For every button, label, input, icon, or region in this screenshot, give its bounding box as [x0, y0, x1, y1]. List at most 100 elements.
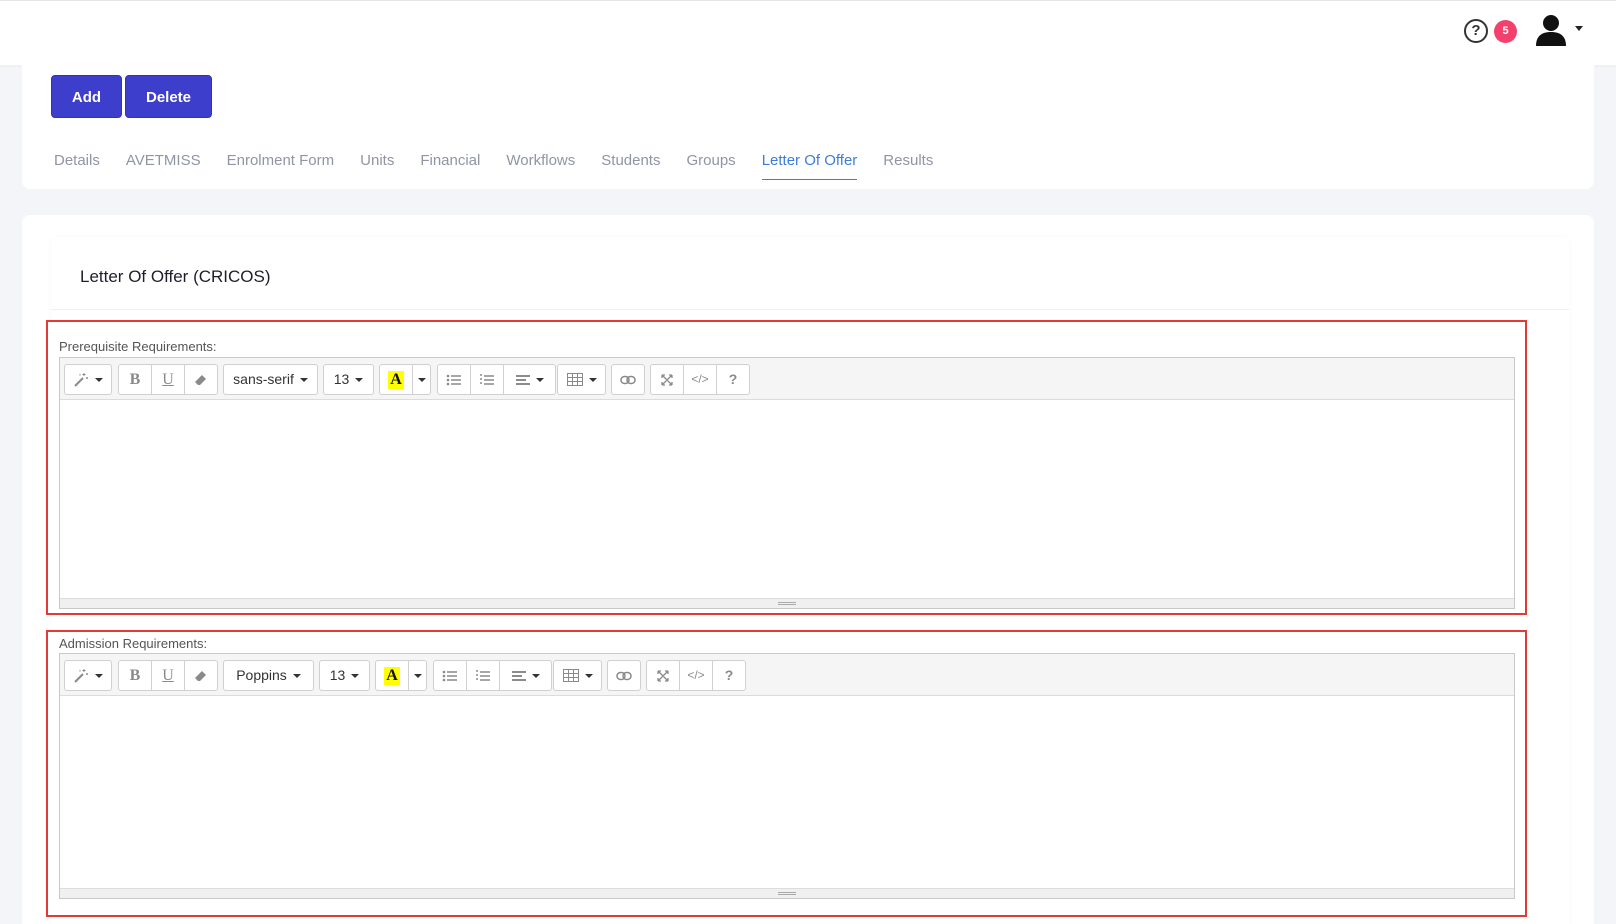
- clear-format-button[interactable]: [184, 364, 218, 395]
- bold-icon: B: [129, 370, 141, 388]
- chevron-down-icon: [351, 673, 360, 678]
- chevron-down-icon: [95, 673, 103, 678]
- link-icon: [620, 375, 636, 384]
- font-family-select[interactable]: sans-serif: [223, 364, 318, 395]
- link-button[interactable]: [607, 660, 641, 691]
- eraser-icon: [195, 670, 206, 681]
- unordered-list-button[interactable]: [433, 660, 467, 691]
- link-icon: [616, 671, 632, 680]
- text-color-dropdown[interactable]: [412, 364, 431, 395]
- question-icon: ?: [724, 667, 734, 683]
- tab-groups[interactable]: Groups: [686, 148, 735, 180]
- unordered-list-button[interactable]: [437, 364, 471, 395]
- editor-resize-bar[interactable]: [60, 598, 1514, 608]
- tab-details[interactable]: Details: [54, 148, 100, 180]
- text-color-dropdown[interactable]: [408, 660, 427, 691]
- chevron-down-icon: [588, 377, 597, 382]
- tab-results[interactable]: Results: [883, 148, 933, 180]
- tab-avetmiss[interactable]: AVETMISS: [126, 148, 201, 180]
- code-icon: </>: [687, 668, 705, 682]
- text-color-button[interactable]: A: [379, 364, 413, 395]
- editor-toolbar: B U sans-serif 13 A </> ?: [60, 358, 1514, 400]
- font-family-select[interactable]: Poppins: [223, 660, 314, 691]
- underline-icon: U: [162, 666, 174, 684]
- code-view-button[interactable]: </>: [683, 364, 717, 395]
- expand-icon: [657, 669, 669, 682]
- highlight-color-icon: A: [388, 370, 404, 389]
- admission-requirements-label: Admission Requirements:: [59, 636, 208, 651]
- link-button[interactable]: [611, 364, 645, 395]
- magic-wand-icon: [74, 372, 88, 387]
- chevron-down-icon: [584, 673, 593, 678]
- prerequisite-requirements-label: Prerequisite Requirements:: [59, 339, 217, 354]
- font-size-select[interactable]: 13: [319, 660, 370, 691]
- style-magic-wand-button[interactable]: [64, 660, 112, 691]
- ordered-list-button[interactable]: [470, 364, 504, 395]
- chevron-down-icon: [292, 673, 301, 678]
- chevron-down-icon: [413, 673, 422, 678]
- style-magic-wand-button[interactable]: [64, 364, 112, 395]
- editor-help-button[interactable]: ?: [712, 660, 746, 691]
- underline-button[interactable]: U: [151, 660, 185, 691]
- section-title: Letter Of Offer (CRICOS): [80, 267, 271, 286]
- course-header-card: Add Delete Details AVETMISS Enrolment Fo…: [22, 64, 1594, 189]
- text-color-button[interactable]: A: [375, 660, 409, 691]
- font-family-value: Poppins: [236, 667, 287, 683]
- eraser-icon: [195, 374, 206, 385]
- admission-requirements-editor: B U Poppins 13 A </> ?: [59, 653, 1515, 899]
- user-avatar-icon[interactable]: [1534, 13, 1568, 47]
- notification-badge[interactable]: 5: [1494, 20, 1517, 43]
- code-icon: </>: [691, 372, 709, 386]
- font-size-value: 13: [333, 371, 350, 387]
- resize-grip-icon: [778, 892, 796, 895]
- numbered-list-icon: [476, 669, 490, 681]
- table-button[interactable]: [557, 364, 606, 395]
- chevron-down-icon: [299, 377, 308, 382]
- align-left-icon: [515, 374, 530, 385]
- bold-icon: B: [129, 666, 141, 684]
- admission-requirements-block: Admission Requirements: B U Poppins 13 A…: [46, 630, 1527, 917]
- tab-letter-of-offer[interactable]: Letter Of Offer: [761, 148, 858, 180]
- fullscreen-button[interactable]: [646, 660, 680, 691]
- font-family-value: sans-serif: [233, 371, 294, 387]
- font-size-select[interactable]: 13: [323, 364, 374, 395]
- underline-button[interactable]: U: [151, 364, 185, 395]
- tab-enrolment-form[interactable]: Enrolment Form: [227, 148, 335, 180]
- tab-units[interactable]: Units: [360, 148, 394, 180]
- paragraph-align-button[interactable]: [503, 364, 556, 395]
- add-button[interactable]: Add: [51, 75, 122, 118]
- editor-help-button[interactable]: ?: [716, 364, 750, 395]
- paragraph-align-button[interactable]: [499, 660, 552, 691]
- admission-requirements-textarea[interactable]: [60, 696, 1514, 888]
- top-bar: ? 5: [0, 0, 1616, 65]
- underline-icon: U: [162, 370, 174, 388]
- question-icon: ?: [728, 371, 738, 387]
- clear-format-button[interactable]: [184, 660, 218, 691]
- expand-icon: [661, 373, 673, 386]
- tab-financial[interactable]: Financial: [420, 148, 480, 180]
- tab-workflows[interactable]: Workflows: [506, 148, 575, 180]
- highlight-color-icon: A: [384, 666, 400, 685]
- bold-button[interactable]: B: [118, 660, 152, 691]
- font-size-value: 13: [329, 667, 346, 683]
- editor-resize-bar[interactable]: [60, 888, 1514, 898]
- bullet-list-icon: [442, 670, 457, 681]
- prerequisite-requirements-textarea[interactable]: [60, 400, 1514, 598]
- code-view-button[interactable]: </>: [679, 660, 713, 691]
- table-icon: [562, 669, 579, 682]
- editor-toolbar: B U Poppins 13 A </> ?: [60, 654, 1514, 696]
- chevron-down-icon: [417, 377, 426, 382]
- help-icon[interactable]: ?: [1464, 19, 1488, 43]
- table-icon: [566, 373, 583, 386]
- bullet-list-icon: [446, 374, 461, 385]
- bold-button[interactable]: B: [118, 364, 152, 395]
- align-left-icon: [511, 670, 526, 681]
- tab-students[interactable]: Students: [601, 148, 660, 180]
- ordered-list-button[interactable]: [466, 660, 500, 691]
- user-menu-caret-icon[interactable]: [1575, 26, 1583, 31]
- delete-button[interactable]: Delete: [125, 75, 212, 118]
- prerequisite-requirements-editor: B U sans-serif 13 A </> ?: [59, 357, 1515, 609]
- magic-wand-icon: [74, 668, 88, 683]
- table-button[interactable]: [553, 660, 602, 691]
- fullscreen-button[interactable]: [650, 364, 684, 395]
